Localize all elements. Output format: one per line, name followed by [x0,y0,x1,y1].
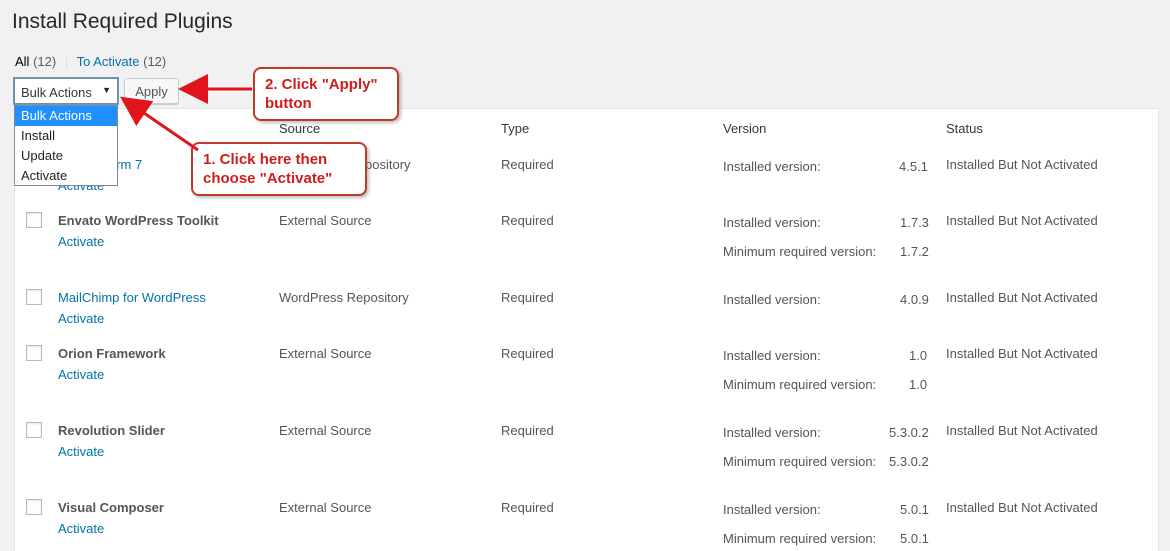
plugin-name-link[interactable]: MailChimp for WordPress [58,290,206,305]
plugin-type: Required [501,500,554,515]
row-checkbox[interactable] [26,345,42,361]
plugin-source: pository [365,157,411,172]
activate-link[interactable]: Activate [58,444,104,459]
dropdown-option-activate[interactable]: Activate [15,166,117,186]
min-version: 5.3.0.2 [889,454,929,469]
callout-step-2: 2. Click "Apply" button [253,67,399,121]
min-version-label: Minimum required version: [723,244,877,259]
callout-step-2-line-1: 2. Click "Apply" [265,76,378,93]
min-version-label: Minimum required version: [723,377,877,392]
installed-version: 5.3.0.2 [889,425,929,440]
plugin-status: Installed But Not Activated [946,290,1098,305]
activate-link[interactable]: Activate [58,234,104,249]
plugin-type: Required [501,157,554,172]
plugins-table: Source Type Version Status orm 7 Activat… [14,108,1159,551]
installed-version-label: Installed version: [723,215,821,230]
installed-version-label: Installed version: [723,425,821,440]
installed-version-label: Installed version: [723,348,821,363]
installed-version: 4.0.9 [900,292,929,307]
plugin-source: External Source [279,213,372,228]
dropdown-option-bulk-actions[interactable]: Bulk Actions [15,106,117,126]
row-checkbox[interactable] [26,289,42,305]
dropdown-option-install[interactable]: Install [15,126,117,146]
installed-version: 1.7.3 [900,215,929,230]
plugin-source: External Source [279,423,372,438]
plugin-type: Required [501,290,554,305]
plugin-status: Installed But Not Activated [946,157,1098,172]
plugin-name: Envato WordPress Toolkit [58,213,219,228]
callout-step-1: 1. Click here then choose "Activate" [191,142,367,196]
plugin-type: Required [501,346,554,361]
row-checkbox[interactable] [26,422,42,438]
plugin-source: External Source [279,346,372,361]
filter-to-activate[interactable]: To Activate [77,54,140,69]
installed-version-label: Installed version: [723,502,821,517]
bulk-actions-dropdown: Bulk Actions Install Update Activate [14,105,118,186]
min-version: 1.7.2 [900,244,929,259]
callout-step-1-line-2: choose "Activate" [203,170,333,187]
plugin-name: Revolution Slider [58,423,165,438]
callout-step-2-line-2: button [265,95,312,112]
callout-step-1-line-1: 1. Click here then [203,151,328,168]
min-version-label: Minimum required version: [723,454,877,469]
chevron-down-icon: ▼ [102,85,111,95]
plugin-status: Installed But Not Activated [946,423,1098,438]
plugin-source: External Source [279,500,372,515]
apply-button[interactable]: Apply [124,78,179,104]
column-header-type[interactable]: Type [501,121,529,136]
filter-all[interactable]: All [15,54,29,69]
dropdown-option-update[interactable]: Update [15,146,117,166]
min-version: 5.0.1 [900,531,929,546]
installed-version-label: Installed version: [723,159,821,174]
plugin-status: Installed But Not Activated [946,346,1098,361]
plugin-type: Required [501,423,554,438]
installed-version-label: Installed version: [723,292,821,307]
plugin-status: Installed But Not Activated [946,500,1098,515]
column-header-version[interactable]: Version [723,121,766,136]
activate-link[interactable]: Activate [58,521,104,536]
plugin-type: Required [501,213,554,228]
min-version: 1.0 [909,377,928,392]
filter-separator: | [64,54,69,69]
page-title: Install Required Plugins [12,10,233,33]
row-checkbox[interactable] [26,499,42,515]
plugin-name: Visual Composer [58,500,164,515]
bulk-actions-selected: Bulk Actions [21,85,92,100]
activate-link[interactable]: Activate [58,311,104,326]
installed-version: 4.5.1 [899,159,928,174]
row-checkbox[interactable] [26,212,42,228]
status-filters: All (12) | To Activate (12) [15,54,166,69]
installed-version: 5.0.1 [900,502,929,517]
plugin-source: WordPress Repository [279,290,409,305]
filter-all-count: (12) [33,54,57,69]
bulk-actions-select[interactable]: Bulk Actions ▼ [14,78,118,104]
filter-to-activate-count: (12) [143,54,167,69]
min-version-label: Minimum required version: [723,531,877,546]
column-header-source[interactable]: Source [279,121,320,136]
plugin-name: Orion Framework [58,346,166,361]
installed-version: 1.0 [909,348,928,363]
plugin-status: Installed But Not Activated [946,213,1098,228]
activate-link[interactable]: Activate [58,367,104,382]
column-header-status[interactable]: Status [946,121,983,136]
